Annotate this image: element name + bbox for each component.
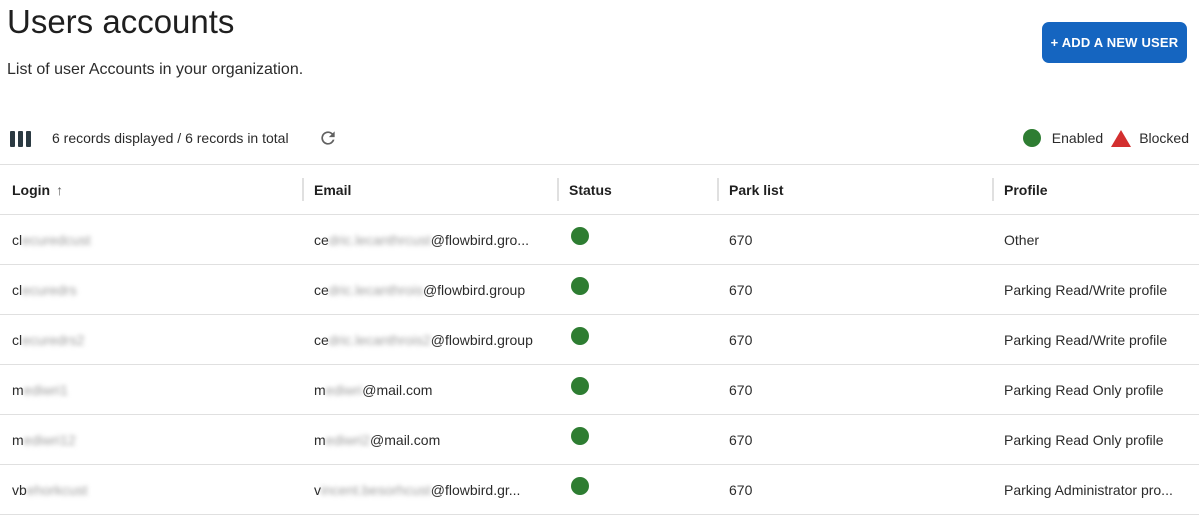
table-toolbar: 6 records displayed / 6 records in total… bbox=[0, 118, 1199, 158]
cell-park-list: 670 bbox=[717, 414, 992, 465]
redacted-text: incent.besorhcust bbox=[321, 481, 431, 498]
status-legend: Enabled Blocked bbox=[1022, 129, 1189, 147]
records-count: 6 records displayed / 6 records in total bbox=[52, 130, 289, 146]
redacted-text: ediwri1 bbox=[23, 381, 69, 398]
cell-park-list: 670 bbox=[717, 464, 992, 515]
table-row[interactable]: clecuredrs2 cedric.lecanthrois2@flowbird.… bbox=[0, 314, 1199, 365]
cell-status bbox=[557, 314, 717, 365]
table-header-row: Login ↑ Email Status Park list Profile bbox=[0, 164, 1199, 215]
legend-enabled-label: Enabled bbox=[1051, 130, 1104, 146]
cell-email: cedric.lecanthrcust@flowbird.gro... bbox=[302, 214, 557, 265]
cell-login: vbehorkcust bbox=[0, 464, 302, 515]
enabled-status-icon bbox=[571, 377, 589, 395]
cell-email: cedric.lecanthrois@flowbird.group bbox=[302, 264, 557, 315]
cell-email: cedric.lecanthrois2@flowbird.group bbox=[302, 314, 557, 365]
redacted-text: dric.lecanthrois2 bbox=[328, 331, 431, 348]
cell-status bbox=[557, 464, 717, 515]
redacted-text: ecuredrs2 bbox=[22, 331, 85, 348]
column-separator[interactable] bbox=[557, 178, 559, 201]
redacted-text: ecuredrs bbox=[22, 281, 77, 298]
cell-status bbox=[557, 364, 717, 415]
page-title: Users accounts bbox=[7, 3, 235, 40]
cell-profile: Parking Administrator pro... bbox=[992, 464, 1199, 515]
enabled-status-icon bbox=[571, 477, 589, 495]
enabled-status-icon bbox=[571, 227, 589, 245]
cell-park-list: 670 bbox=[717, 214, 992, 265]
cell-status bbox=[557, 264, 717, 315]
column-header-profile[interactable]: Profile bbox=[992, 164, 1199, 215]
blocked-triangle-icon bbox=[1111, 129, 1132, 147]
cell-email: mediwri2@mail.com bbox=[302, 414, 557, 465]
page-subtitle: List of user Accounts in your organizati… bbox=[7, 61, 304, 78]
table-row[interactable]: vbehorkcust vincent.besorhcust@flowbird.g… bbox=[0, 464, 1199, 515]
redacted-text: ediwri12 bbox=[23, 431, 76, 448]
enabled-status-icon bbox=[571, 277, 589, 295]
cell-status bbox=[557, 214, 717, 265]
redacted-text: ediwri2 bbox=[325, 431, 371, 448]
cell-status bbox=[557, 414, 717, 465]
cell-park-list: 670 bbox=[717, 264, 992, 315]
column-header-login[interactable]: Login ↑ bbox=[0, 164, 302, 215]
redacted-text: ehorkcust bbox=[26, 481, 88, 498]
add-new-user-button[interactable]: + ADD A NEW USER bbox=[1042, 22, 1187, 63]
enabled-status-icon bbox=[571, 427, 589, 445]
cell-profile: Parking Read Only profile bbox=[992, 414, 1199, 465]
column-separator[interactable] bbox=[992, 178, 994, 201]
redacted-text: ecuredcust bbox=[22, 231, 91, 248]
redacted-text: dric.lecanthrois bbox=[328, 281, 423, 298]
redacted-text: ediwri bbox=[325, 381, 363, 398]
cell-email: vincent.besorhcust@flowbird.gr... bbox=[302, 464, 557, 515]
cell-login: clecuredcust bbox=[0, 214, 302, 265]
table-row[interactable]: clecuredcust cedric.lecanthrcust@flowbird… bbox=[0, 214, 1199, 265]
enabled-dot-icon bbox=[1022, 129, 1041, 147]
cell-login: mediwri1 bbox=[0, 364, 302, 415]
cell-park-list: 670 bbox=[717, 364, 992, 415]
column-header-status[interactable]: Status bbox=[557, 164, 717, 215]
legend-blocked-label: Blocked bbox=[1139, 130, 1189, 146]
table-row[interactable]: mediwri1 mediwri@mail.com 670 Parking Read … bbox=[0, 364, 1199, 415]
cell-profile: Other bbox=[992, 214, 1199, 265]
cell-login: mediwri12 bbox=[0, 414, 302, 465]
enabled-status-icon bbox=[571, 327, 589, 345]
table-row[interactable]: mediwri12 mediwri2@mail.com 670 Parking Rea… bbox=[0, 414, 1199, 465]
sort-ascending-icon[interactable]: ↑ bbox=[56, 182, 63, 198]
cell-park-list: 670 bbox=[717, 314, 992, 365]
cell-login: clecuredrs2 bbox=[0, 314, 302, 365]
cell-email: mediwri@mail.com bbox=[302, 364, 557, 415]
column-header-park-list[interactable]: Park list bbox=[717, 164, 992, 215]
column-separator[interactable] bbox=[717, 178, 719, 201]
table-row[interactable]: clecuredrs cedric.lecanthrois@flowbird.gr… bbox=[0, 264, 1199, 315]
cell-profile: Parking Read/Write profile bbox=[992, 264, 1199, 315]
users-table: Login ↑ Email Status Park list Profile cl… bbox=[0, 164, 1199, 515]
redacted-text: dric.lecanthrcust bbox=[328, 231, 431, 248]
view-columns-icon[interactable] bbox=[10, 131, 31, 147]
column-separator[interactable] bbox=[302, 178, 304, 201]
column-header-email[interactable]: Email bbox=[302, 164, 557, 215]
cell-profile: Parking Read/Write profile bbox=[992, 314, 1199, 365]
refresh-icon[interactable] bbox=[318, 128, 338, 148]
cell-profile: Parking Read Only profile bbox=[992, 364, 1199, 415]
cell-login: clecuredrs bbox=[0, 264, 302, 315]
